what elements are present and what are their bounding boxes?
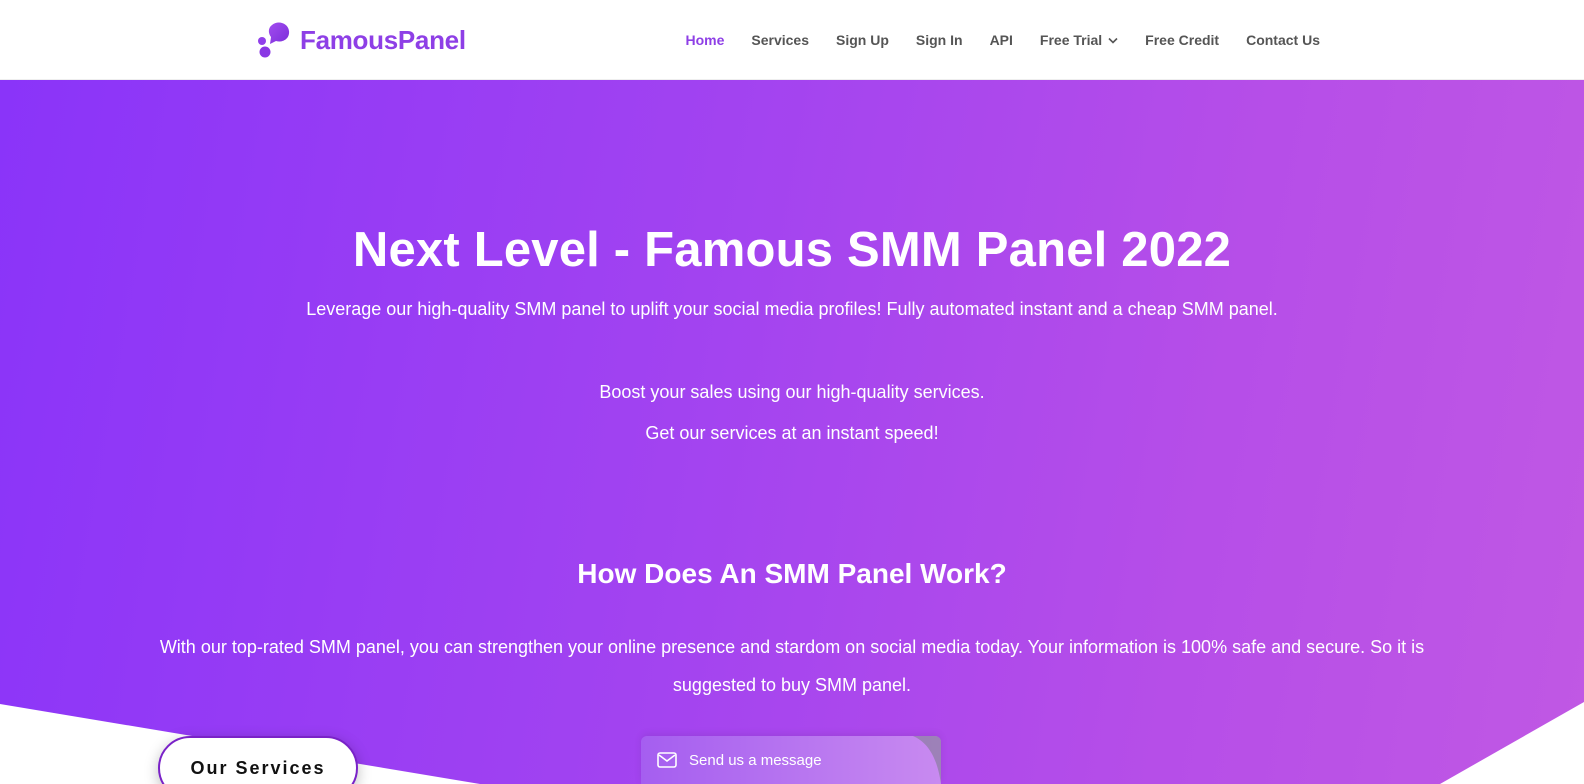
logo[interactable]: FamousPanel [256,20,466,60]
hero-line-speed: Get our services at an instant speed! [645,423,939,443]
chat-widget-corner [913,736,941,784]
chat-widget[interactable]: Send us a message [641,736,941,784]
nav-contact-us[interactable]: Contact Us [1246,32,1320,48]
our-services-button[interactable]: Our Services [158,736,358,784]
logo-icon [258,22,290,58]
nav-services[interactable]: Services [751,32,809,48]
nav-free-trial-label: Free Trial [1039,32,1103,48]
hero-section: Next Level - Famous SMM Panel 2022 Lever… [0,80,1584,784]
hero-subtitle: Leverage our high-quality SMM panel to u… [306,299,1278,319]
main-nav: Home Services Sign Up Sign In API Free T… [685,0,1320,80]
envelope-icon [657,752,677,768]
chevron-down-icon [1108,37,1118,44]
logo-text: FamousPanel [300,24,466,55]
hero-line-sales: Boost your sales using our high-quality … [599,382,985,402]
how-text: With our top-rated SMM panel, you can st… [159,637,1425,695]
nav-free-trial[interactable]: Free Trial [1040,32,1118,48]
nav-sign-in[interactable]: Sign In [916,32,963,48]
nav-home[interactable]: Home [685,32,724,48]
chat-widget-label: Send us a message [689,751,822,769]
nav-api[interactable]: API [990,32,1013,48]
nav-free-credit[interactable]: Free Credit [1145,32,1219,48]
hero-title: Next Level - Famous SMM Panel 2022 [352,223,1232,277]
nav-sign-up[interactable]: Sign Up [836,32,889,48]
how-title: How Does An SMM Panel Work? [577,558,1007,589]
site-header: FamousPanel Home Services Sign Up Sign I… [0,0,1584,80]
